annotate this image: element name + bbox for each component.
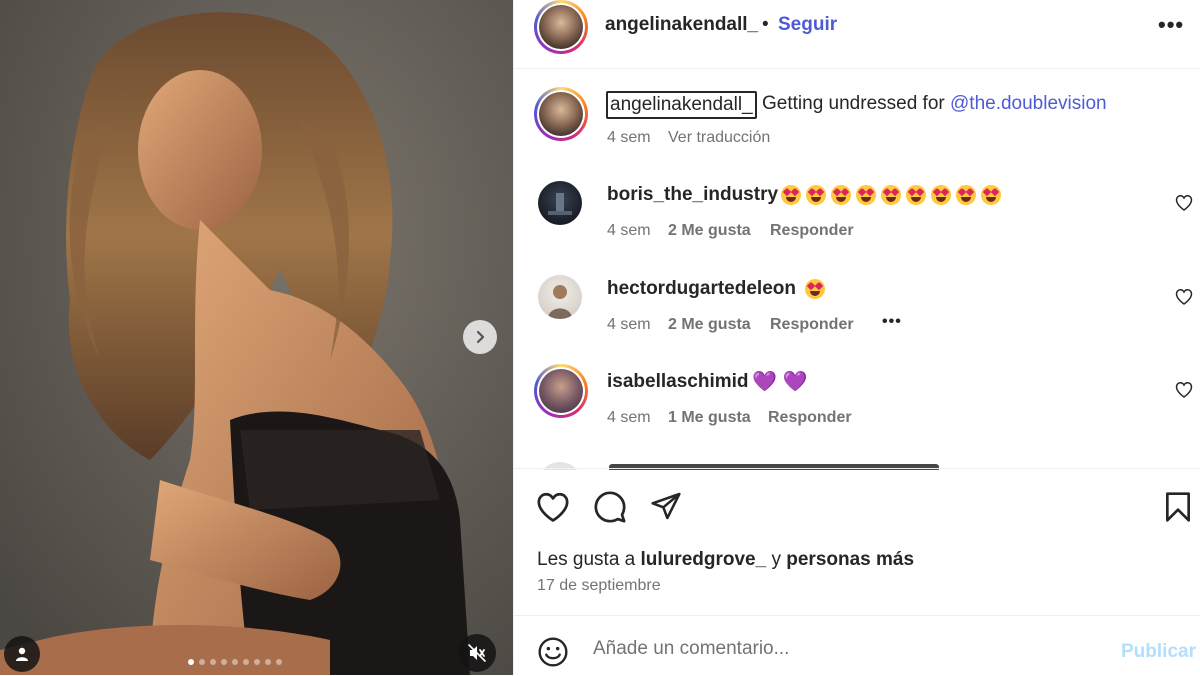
author-avatar[interactable] [534,0,588,54]
likes-others[interactable]: personas más [786,549,914,570]
emoji-smiley-icon[interactable] [537,636,569,668]
comment-text: 💜 💜 [752,371,808,393]
carousel-dot [221,659,227,665]
comment-emojis [800,279,825,301]
add-comment-bar: Publicar [514,615,1200,676]
more-options-button[interactable]: ••• [1158,12,1184,38]
post-media[interactable] [0,0,513,675]
caption-body: Getting undressed for [762,93,950,114]
caption-time: 4 sem [607,129,651,146]
follow-button[interactable]: Seguir [778,14,837,36]
caption-mention-link[interactable]: @the.doublevision [950,93,1107,114]
comment-likes[interactable]: 1 Me gusta [668,409,751,427]
reply-button[interactable]: Responder [770,316,854,334]
comment-time: 4 sem [607,409,651,426]
carousel-dot [243,659,249,665]
reply-label: Responder [768,409,852,426]
comment-icon[interactable] [593,490,627,524]
post-photo [0,0,513,675]
heart-eyes-emoji-icon [806,185,826,205]
heart-eyes-emoji-icon [805,279,825,299]
carousel-dot [188,659,194,665]
comment-avatar[interactable] [538,275,582,319]
carousel-dot [232,659,238,665]
comment-heart-icon[interactable] [1175,381,1193,398]
likes-middle: y [766,549,787,570]
likes-summary[interactable]: Les gusta a luluredgrove_ y personas más [537,549,914,571]
likes-prefix: Les gusta a [537,549,641,570]
heart-eyes-emoji-icon [781,185,801,205]
heart-eyes-emoji-icon [956,185,976,205]
heart-icon[interactable] [536,491,570,523]
reply-button[interactable]: Responder [768,409,852,427]
paper-plane-icon[interactable] [649,490,683,522]
comment-avatar[interactable] [534,364,588,418]
translate-link[interactable]: Ver traducción [668,129,770,147]
comment-heart-icon[interactable] [1175,288,1193,305]
comment-likes[interactable]: 2 Me gusta [668,316,751,334]
carousel-dot [276,659,282,665]
heart-eyes-emoji-icon [881,185,901,205]
user-tag-icon [16,647,28,661]
heart-eyes-emoji-icon [931,185,951,205]
heart-eyes-emoji-icon [856,185,876,205]
reply-button[interactable]: Responder [770,222,854,240]
comment-emojis [776,185,1001,207]
reply-label: Responder [770,316,854,333]
carousel-dot [199,659,205,665]
carousel-indicator [188,659,282,665]
heart-eyes-emoji-icon [906,185,926,205]
comment-time: 4 sem [607,222,651,239]
speaker-muted-icon [468,644,486,662]
post-actions: Les gusta a luluredgrove_ y personas más… [514,468,1200,616]
mute-button[interactable] [458,634,496,672]
caption-avatar[interactable] [534,87,588,141]
tagged-users-button[interactable] [4,636,40,672]
comment-username[interactable]: hectordugartedeleon [607,278,796,300]
comment-likes-count: 2 Me gusta [668,316,751,333]
comment-heart-icon[interactable] [1175,194,1193,211]
chevron-right-icon [476,330,485,344]
comment-input[interactable] [593,638,1073,660]
heart-eyes-emoji-icon [831,185,851,205]
reply-label: Responder [770,222,854,239]
comment-likes[interactable]: 2 Me gusta [668,222,751,240]
carousel-dot [210,659,216,665]
header-separator: • [762,14,769,35]
caption-username[interactable]: angelinakendall_ [606,91,757,119]
comment-more-button[interactable]: ••• [882,313,902,331]
comment-username[interactable]: boris_the_industry [607,184,778,206]
next-slide-button[interactable] [463,320,497,354]
post-date[interactable]: 17 de septiembre [537,577,661,595]
post-details-panel: angelinakendall_ • Seguir ••• angelinake… [513,0,1200,675]
post-header: angelinakendall_ • Seguir ••• [514,0,1200,69]
carousel-dot [265,659,271,665]
header-username[interactable]: angelinakendall_ [605,14,758,36]
comment-avatar[interactable] [538,181,582,225]
publish-button[interactable]: Publicar [1121,641,1196,663]
caption-text: Getting undressed for @the.doublevision [762,93,1107,115]
bookmark-icon[interactable] [1164,491,1192,523]
likes-user[interactable]: luluredgrove_ [641,549,767,570]
comment-likes-count: 1 Me gusta [668,409,751,426]
comment-likes-count: 2 Me gusta [668,222,751,239]
carousel-dot [254,659,260,665]
heart-eyes-emoji-icon [981,185,1001,205]
comment-time: 4 sem [607,316,651,333]
comment-username[interactable]: isabellaschimid [607,371,749,393]
